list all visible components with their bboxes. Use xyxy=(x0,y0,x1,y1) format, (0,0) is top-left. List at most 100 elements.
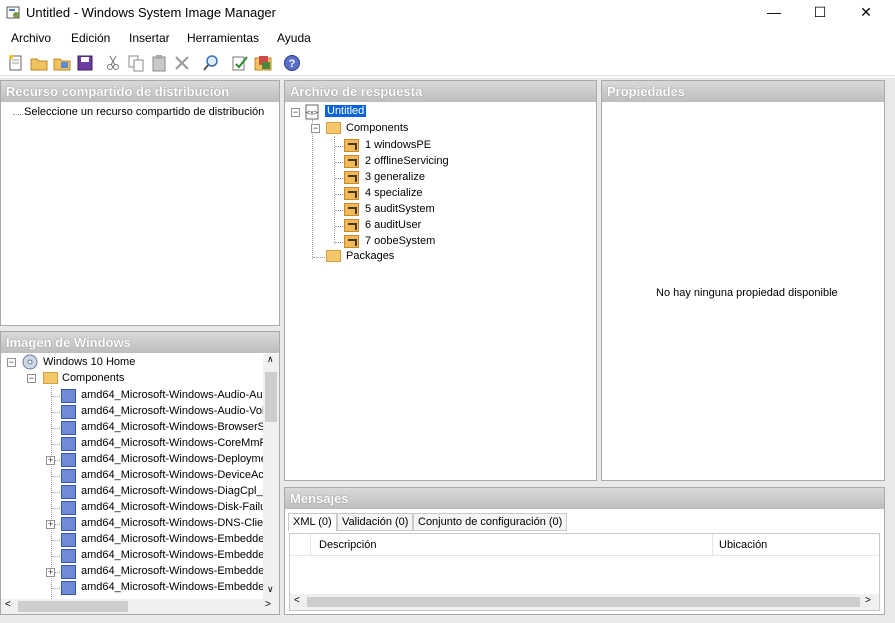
messages-hscroll-thumb[interactable] xyxy=(307,597,860,607)
scroll-left-icon[interactable]: < xyxy=(294,595,300,606)
packages-label[interactable]: Packages xyxy=(346,250,394,262)
image-component-label[interactable]: amd64_Microsoft-Windows-DeviceAcc xyxy=(81,469,269,481)
configuration-pass-icon xyxy=(344,235,359,248)
menu-ayuda[interactable]: Ayuda xyxy=(277,31,311,45)
collapse-answer-root-button[interactable]: − xyxy=(291,108,300,117)
package-icon xyxy=(61,453,76,467)
image-component-label[interactable]: amd64_Microsoft-Windows-Embedded xyxy=(81,565,271,577)
configuration-pass-row[interactable]: 1 windowsPE xyxy=(285,138,585,154)
title-bar: Untitled - Windows System Image Manager … xyxy=(0,0,895,26)
properties-header: Propiedades xyxy=(602,81,884,102)
collapse-root-button[interactable]: − xyxy=(7,358,16,367)
expand-component-button[interactable]: + xyxy=(46,520,55,529)
menu-insertar[interactable]: Insertar xyxy=(129,31,170,45)
menu-edicion[interactable]: Edición xyxy=(71,31,110,45)
image-components-label[interactable]: Components xyxy=(62,372,124,384)
image-component-row[interactable]: amd64_Microsoft-Windows-Audio-Audi xyxy=(1,388,271,404)
image-component-row[interactable]: amd64_Microsoft-Windows-Embedded xyxy=(1,580,271,596)
validate-icon[interactable] xyxy=(231,54,249,72)
select-distribution-share-item[interactable]: Seleccione un recurso compartido de dist… xyxy=(24,106,264,118)
image-component-label[interactable]: amd64_Microsoft-Windows-Disk-Failur xyxy=(81,501,270,513)
configuration-pass-row[interactable]: 3 generalize xyxy=(285,170,585,186)
search-icon[interactable] xyxy=(202,54,220,72)
tab-configuration-set[interactable]: Conjunto de configuración (0) xyxy=(413,513,568,531)
configuration-pass-label[interactable]: 4 specialize xyxy=(365,187,422,199)
close-button[interactable]: ✕ xyxy=(843,0,889,24)
configuration-pass-label[interactable]: 6 auditUser xyxy=(365,219,421,231)
configuration-pass-row[interactable]: 4 specialize xyxy=(285,186,585,202)
menu-archivo[interactable]: Archivo xyxy=(11,31,51,45)
configuration-pass-label[interactable]: 1 windowsPE xyxy=(365,139,431,151)
delete-icon[interactable] xyxy=(173,54,191,72)
collapse-components-button[interactable]: − xyxy=(27,374,36,383)
image-component-row[interactable]: amd64_Microsoft-Windows-DeviceAcc xyxy=(1,468,269,484)
open-folder-icon[interactable] xyxy=(30,54,48,72)
image-component-label[interactable]: amd64_Microsoft-Windows-Embedded xyxy=(81,581,271,593)
image-component-label[interactable]: amd64_Microsoft-Windows-Audio-Audi xyxy=(81,389,271,401)
configuration-pass-label[interactable]: 7 oobeSystem xyxy=(365,235,435,247)
image-component-row[interactable]: amd64_Microsoft-Windows-Audio-Volu xyxy=(1,404,271,420)
answer-root-label[interactable]: Untitled xyxy=(325,105,367,117)
expand-component-button[interactable]: + xyxy=(46,568,55,577)
app-icon xyxy=(6,6,20,19)
image-component-row[interactable]: amd64_Microsoft-Windows-Embedded xyxy=(1,548,271,564)
configuration-pass-row[interactable]: 6 auditUser xyxy=(285,218,585,234)
image-component-row[interactable]: + amd64_Microsoft-Windows-DNS-Client xyxy=(1,516,272,532)
answer-file-header: Archivo de respuesta xyxy=(285,81,596,102)
window-title: Untitled - Windows System Image Manager xyxy=(26,5,276,20)
image-component-label[interactable]: amd64_Microsoft-Windows-Audio-Volu xyxy=(81,405,271,417)
configuration-pass-row[interactable]: 7 oobeSystem xyxy=(285,234,585,250)
image-component-label[interactable]: amd64_Microsoft-Windows-Deploymen xyxy=(81,453,273,465)
expand-component-button[interactable]: + xyxy=(46,456,55,465)
copy-icon[interactable] xyxy=(127,54,145,72)
cut-icon[interactable] xyxy=(104,54,122,72)
configuration-pass-label[interactable]: 3 generalize xyxy=(365,171,425,183)
image-component-row[interactable]: + amd64_Microsoft-Windows-Embedded xyxy=(1,564,271,580)
image-component-row[interactable]: + amd64_Microsoft-Windows-Deploymen xyxy=(1,452,273,468)
open-image-icon[interactable] xyxy=(53,54,71,72)
image-component-label[interactable]: amd64_Microsoft-Windows-DiagCpl_1( xyxy=(81,485,272,497)
image-root-label[interactable]: Windows 10 Home xyxy=(43,356,135,368)
scroll-left-icon[interactable]: < xyxy=(5,599,11,610)
scroll-right-icon[interactable]: > xyxy=(265,599,271,610)
menu-herramientas[interactable]: Herramientas xyxy=(187,31,259,45)
help-icon[interactable]: ? xyxy=(283,54,301,72)
image-hscroll-thumb[interactable] xyxy=(18,601,128,612)
paste-icon[interactable] xyxy=(150,54,168,72)
image-horizontal-scrollbar[interactable]: < > xyxy=(1,599,279,614)
create-config-set-icon[interactable] xyxy=(254,54,272,72)
column-location[interactable]: Ubicación xyxy=(719,539,767,551)
scroll-right-icon[interactable]: > xyxy=(865,595,871,606)
new-file-icon[interactable] xyxy=(7,54,25,72)
minimize-button[interactable]: — xyxy=(751,0,797,24)
image-component-row[interactable]: amd64_Microsoft-Windows-Disk-Failur xyxy=(1,500,270,516)
package-icon xyxy=(61,549,76,563)
maximize-button[interactable]: ☐ xyxy=(797,0,843,24)
configuration-pass-row[interactable]: 5 auditSystem xyxy=(285,202,585,218)
messages-horizontal-scrollbar[interactable]: < > xyxy=(290,594,879,610)
configuration-pass-label[interactable]: 5 auditSystem xyxy=(365,203,435,215)
scroll-down-icon[interactable]: ∨ xyxy=(267,584,274,595)
tab-validation[interactable]: Validación (0) xyxy=(337,513,414,531)
image-component-label[interactable]: amd64_Microsoft-Windows-CoreMmRe xyxy=(81,437,274,449)
configuration-pass-label[interactable]: 2 offlineServicing xyxy=(365,155,449,167)
image-component-row[interactable]: amd64_Microsoft-Windows-CoreMmRe xyxy=(1,436,274,452)
column-description[interactable]: Descripción xyxy=(319,539,376,551)
image-component-label[interactable]: amd64_Microsoft-Windows-BrowserSe xyxy=(81,421,271,433)
save-icon[interactable] xyxy=(76,54,94,72)
image-vscroll-thumb[interactable] xyxy=(265,372,277,422)
answer-components-label[interactable]: Components xyxy=(346,122,408,134)
collapse-answer-components-button[interactable]: − xyxy=(311,124,320,133)
folder-icon xyxy=(43,372,58,384)
image-component-row[interactable]: amd64_Microsoft-Windows-DiagCpl_1( xyxy=(1,484,272,500)
properties-panel: Propiedades No hay ninguna propiedad dis… xyxy=(601,80,885,481)
tab-xml[interactable]: XML (0) xyxy=(288,513,337,531)
scroll-up-icon[interactable]: ∧ xyxy=(267,354,274,365)
configuration-pass-row[interactable]: 2 offlineServicing xyxy=(285,154,585,170)
image-component-label[interactable]: amd64_Microsoft-Windows-Embedded xyxy=(81,533,271,545)
image-component-label[interactable]: amd64_Microsoft-Windows-Embedded xyxy=(81,549,271,561)
image-component-row[interactable]: amd64_Microsoft-Windows-Embedded xyxy=(1,532,271,548)
image-component-label[interactable]: amd64_Microsoft-Windows-DNS-Client xyxy=(81,517,272,529)
image-vertical-scrollbar[interactable]: ∧ ∨ xyxy=(263,354,279,599)
image-component-row[interactable]: amd64_Microsoft-Windows-BrowserSe xyxy=(1,420,271,436)
